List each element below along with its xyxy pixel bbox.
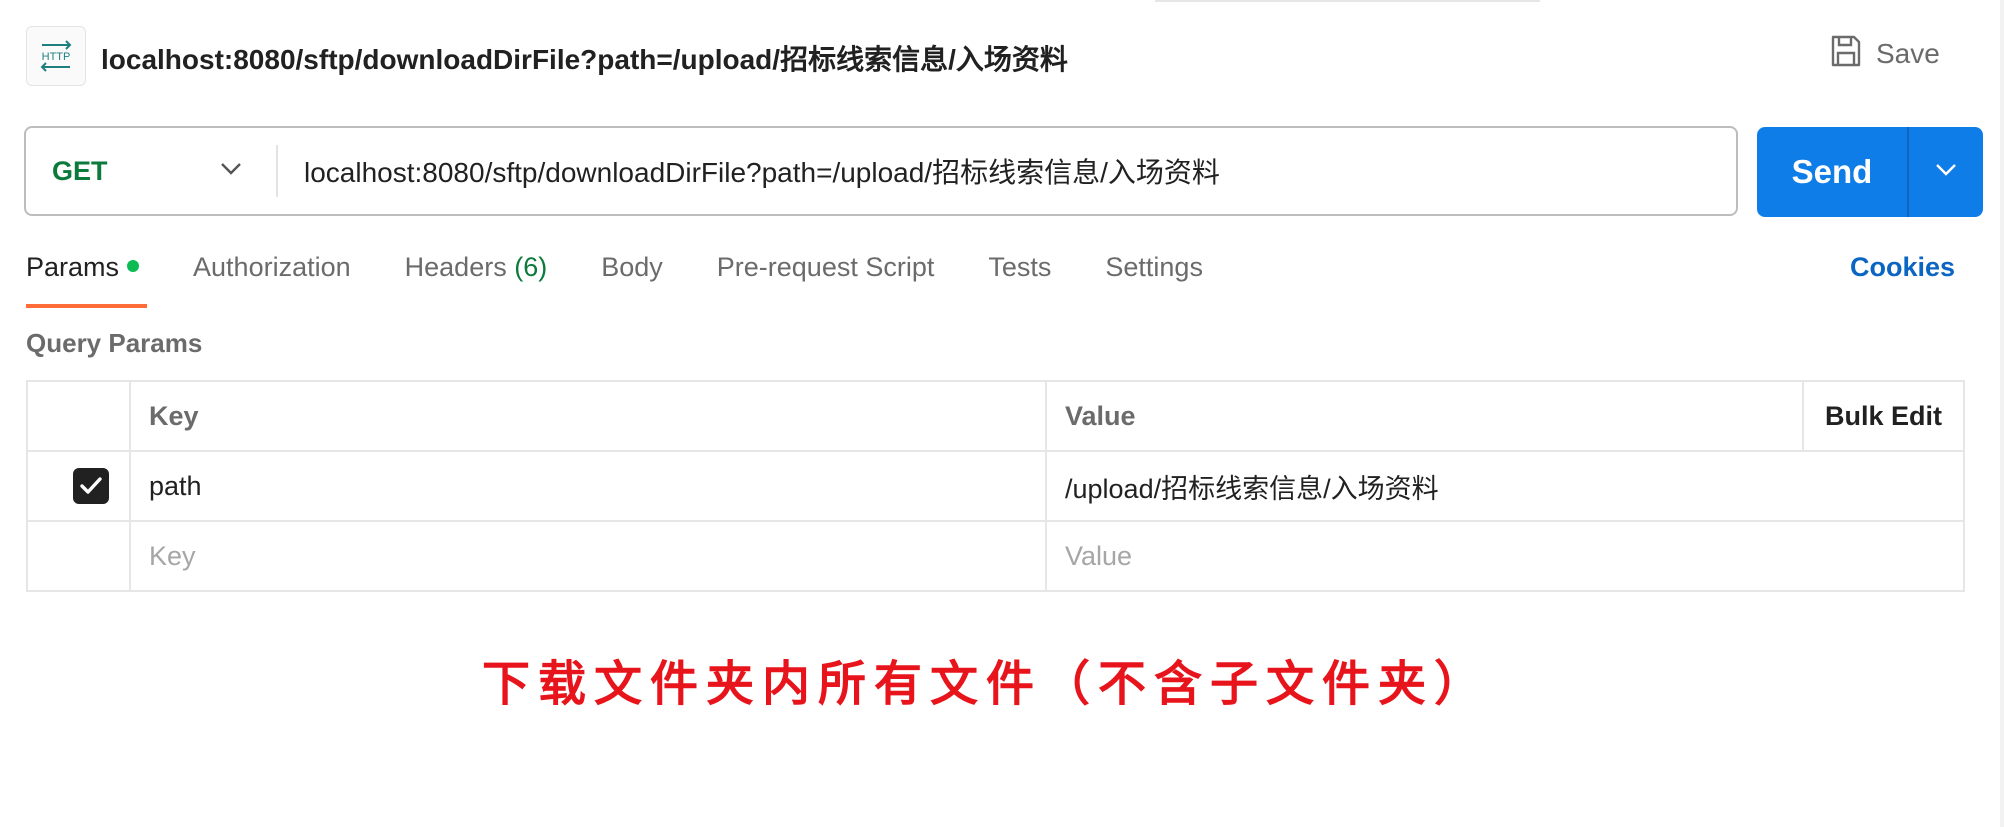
save-button[interactable]: Save <box>1830 34 1940 74</box>
save-icon <box>1830 34 1862 75</box>
send-button[interactable]: Send <box>1757 127 1907 217</box>
url-input[interactable]: localhost:8080/sftp/downloadDirFile?path… <box>278 128 1736 214</box>
tab-label: Headers <box>404 252 507 282</box>
tab-label: Settings <box>1105 252 1203 282</box>
http-icon: HTTP <box>26 26 86 86</box>
tab-body[interactable]: Body <box>601 252 663 308</box>
new-key-input[interactable]: Key <box>129 520 1047 592</box>
scrollbar-track <box>2000 0 2004 827</box>
method-label: GET <box>52 155 108 186</box>
send-options-button[interactable] <box>1909 127 1983 217</box>
checkbox-column-header <box>26 380 131 452</box>
save-label: Save <box>1876 38 1940 69</box>
http-badge-text: HTTP <box>42 51 71 63</box>
row-checkbox-cell <box>26 450 131 522</box>
tab-label: Body <box>601 252 663 282</box>
chevron-down-icon <box>220 162 242 181</box>
chevron-down-icon <box>1935 163 1957 182</box>
url-bar: GET localhost:8080/sftp/downloadDirFile?… <box>24 126 1738 216</box>
key-column-header: Key <box>129 380 1047 452</box>
tab-headers[interactable]: Headers (6) <box>405 252 548 308</box>
tab-params[interactable]: Params <box>26 252 148 308</box>
send-button-group: Send <box>1757 127 1983 217</box>
method-select[interactable]: GET <box>26 128 276 214</box>
empty-checkbox-cell <box>26 520 131 592</box>
tab-label: Tests <box>988 252 1052 282</box>
new-value-input[interactable]: Value <box>1045 520 1965 592</box>
param-value-input[interactable]: /upload/招标线索信息/入场资料 <box>1045 450 1965 522</box>
tab-label: Authorization <box>193 252 351 282</box>
param-checkbox[interactable] <box>72 468 109 504</box>
value-column-header: Value <box>1045 380 1804 452</box>
query-params-table: Key Value Bulk Edit path /upload/招标线索信息/… <box>26 380 1965 592</box>
tab-settings[interactable]: Settings <box>1105 252 1203 308</box>
tab-authorization[interactable]: Authorization <box>193 252 351 308</box>
params-active-dot <box>127 259 140 272</box>
table-row: path /upload/招标线索信息/入场资料 <box>26 450 1965 522</box>
tab-tests[interactable]: Tests <box>988 252 1051 308</box>
table-row: Key Value <box>26 520 1965 592</box>
tab-pre-request-script[interactable]: Pre-request Script <box>717 252 935 308</box>
table-header-row: Key Value Bulk Edit <box>26 380 1965 452</box>
query-params-title: Query Params <box>26 328 203 358</box>
request-tabs: Params Authorization Headers (6) Body Pr… <box>26 252 1257 308</box>
tab-label: Params <box>26 252 120 282</box>
check-icon <box>79 477 102 494</box>
headers-count: (6) <box>514 252 548 282</box>
tab-label: Pre-request Script <box>716 252 935 282</box>
param-key-input[interactable]: path <box>129 450 1047 522</box>
bulk-edit-button[interactable]: Bulk Edit <box>1802 380 1965 452</box>
cookies-link[interactable]: Cookies <box>1850 252 1955 283</box>
annotation-text: 下载文件夹内所有文件（不含子文件夹） <box>482 656 1491 712</box>
request-title[interactable]: localhost:8080/sftp/downloadDirFile?path… <box>101 38 1068 78</box>
top-border <box>1155 0 1540 2</box>
